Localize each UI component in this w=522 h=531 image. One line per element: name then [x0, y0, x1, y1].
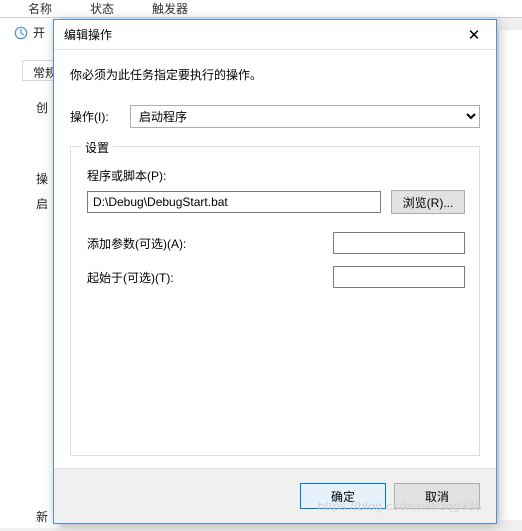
instruction-text: 你必须为此任务指定要执行的操作。: [70, 66, 480, 83]
col-trigger: 触发器: [152, 0, 188, 17]
dialog-title: 编辑操作: [64, 26, 452, 43]
dialog-footer: 确定 取消: [54, 468, 496, 523]
col-status: 状态: [90, 0, 114, 17]
ok-button[interactable]: 确定: [300, 483, 386, 509]
dialog-titlebar[interactable]: 编辑操作 ✕: [54, 20, 496, 50]
action-select[interactable]: 启动程序: [130, 105, 480, 128]
startin-label: 起始于(可选)(T):: [87, 269, 333, 286]
startin-input[interactable]: [333, 266, 465, 288]
settings-fieldset: 设置 程序或脚本(P): 浏览(R)... 添加参数(可选)(A): 起始于(可…: [70, 146, 480, 456]
dialog-content: 你必须为此任务指定要执行的操作。 操作(I): 启动程序 设置 程序或脚本(P)…: [54, 50, 496, 468]
action-row: 操作(I): 启动程序: [70, 105, 480, 128]
background-right-pane: [498, 30, 522, 520]
close-icon: ✕: [468, 26, 481, 44]
edit-action-dialog: 编辑操作 ✕ 你必须为此任务指定要执行的操作。 操作(I): 启动程序 设置 程…: [53, 19, 497, 524]
col-name: 名称: [28, 0, 52, 17]
cancel-button[interactable]: 取消: [394, 483, 480, 509]
clock-icon: [14, 26, 28, 40]
parent-window-title: 开: [14, 24, 45, 41]
action-label: 操作(I):: [70, 108, 120, 125]
background-column-headers: 名称 状态 触发器: [0, 0, 522, 18]
program-path-input[interactable]: [87, 191, 381, 213]
close-button[interactable]: ✕: [452, 20, 496, 49]
parent-title-text: 开: [33, 24, 45, 41]
arguments-label: 添加参数(可选)(A):: [87, 235, 333, 252]
settings-legend: 设置: [81, 139, 113, 156]
browse-button[interactable]: 浏览(R)...: [391, 190, 465, 214]
program-label: 程序或脚本(P):: [87, 167, 465, 184]
arguments-input[interactable]: [333, 232, 465, 254]
